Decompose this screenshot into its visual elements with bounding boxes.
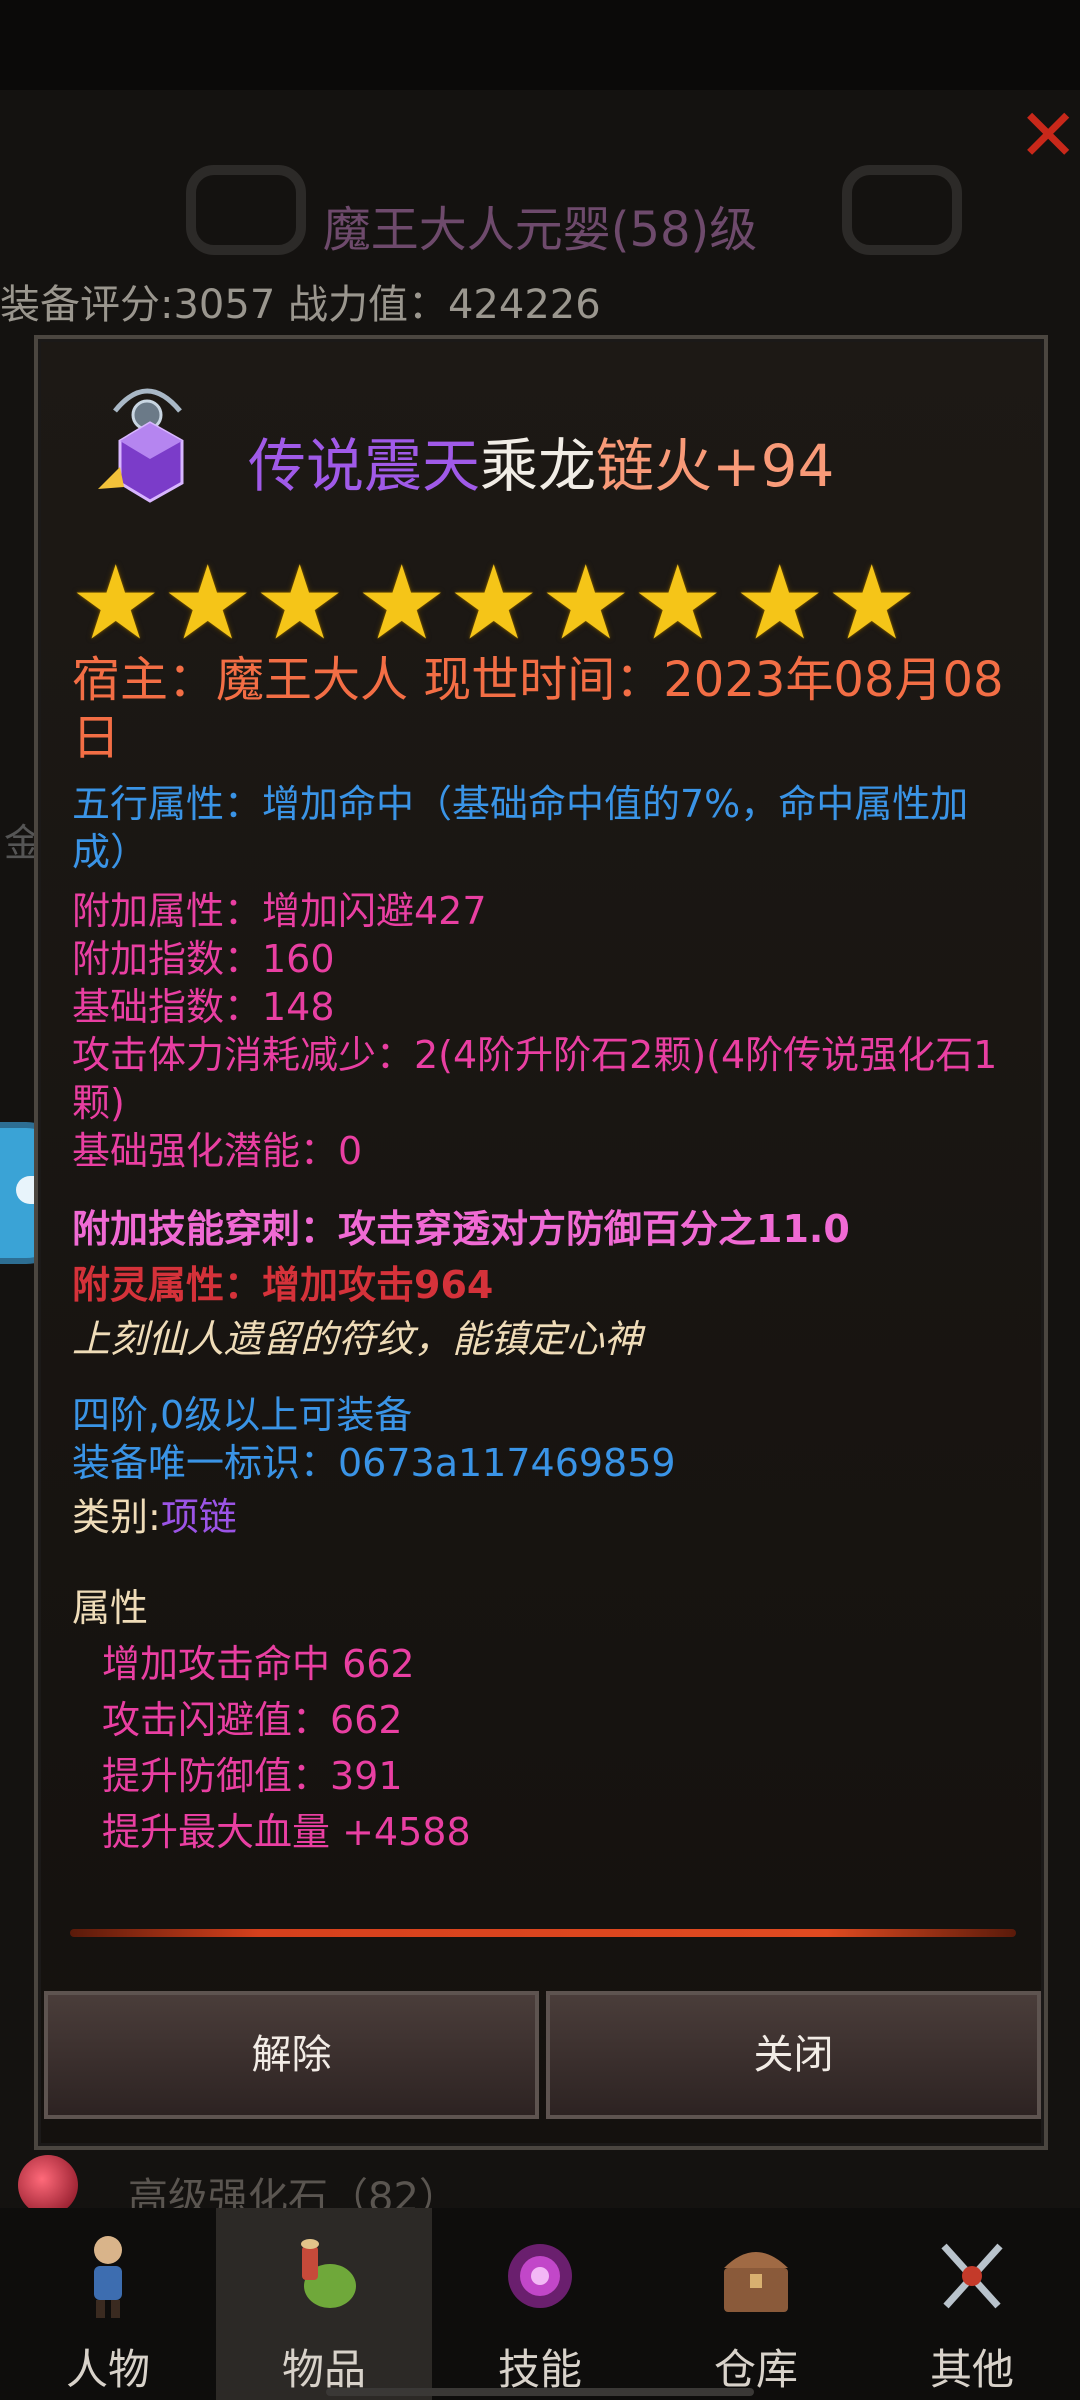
attribute-row: 提升防御值：391: [102, 1754, 403, 1798]
unique-id: 装备唯一标识：0673a117469859: [72, 1441, 676, 1485]
category-value: 项链: [160, 1495, 237, 1539]
necklace-icon: [98, 388, 184, 503]
close-icon[interactable]: ✕: [1018, 99, 1078, 171]
nav-tab-character[interactable]: 人物: [0, 2208, 216, 2400]
attribute-row: 提升最大血量 +4588: [102, 1810, 471, 1854]
star-icon: ★: [540, 544, 632, 663]
bottom-nav: 人物 物品 技能 仓库 其他: [0, 2208, 1080, 2400]
skill-orb-icon: [508, 2244, 572, 2308]
item-name-suffix: 链火+94: [596, 432, 835, 500]
items-bag-icon: [301, 2239, 356, 2308]
item-detail-popup: 传说震天乘龙链火+94 ★ ★ ★ ★ ★ ★ ★ ★ ★ 宿主：魔王大人 现世时间：2023年…: [34, 335, 1048, 2150]
character-icon: [94, 2236, 122, 2318]
star-icon: ★: [162, 544, 254, 663]
star-icon: ★: [632, 544, 724, 663]
skill-pierce: 附加技能穿刺：攻击穿透对方防御百分之11.0: [72, 1207, 850, 1251]
base-index: 基础指数：148: [72, 985, 335, 1029]
star-icon: ★: [356, 544, 448, 663]
stamina-reduce: 攻击体力消耗减少：2(4阶升阶石2颗)(4阶传说强化石1颗): [72, 1033, 998, 1125]
attribute-row: 增加攻击命中 662: [102, 1642, 415, 1686]
nav-tab-warehouse[interactable]: 仓库: [648, 2208, 864, 2400]
item-name: 传说震天乘龙链火+94: [248, 419, 834, 503]
nav-tab-items[interactable]: 物品: [216, 2208, 432, 2400]
background-window-title: 魔王大人元婴(58)级: [322, 202, 758, 258]
star-icon: ★: [448, 544, 540, 663]
star-icon: ★: [254, 544, 346, 663]
nav-label: 其他: [929, 2345, 1014, 2394]
nav-tab-other[interactable]: 其他: [864, 2208, 1080, 2400]
chest-icon: [724, 2252, 788, 2312]
owner-line: 宿主：魔王大人 现世时间：2023年08月08日: [72, 652, 1004, 766]
spirit-attr: 附灵属性：增加攻击964: [72, 1263, 494, 1307]
star-icon: ★: [734, 544, 826, 663]
gem-icon: [18, 2155, 78, 2215]
star-icon: ★: [70, 544, 162, 663]
home-indicator[interactable]: [326, 2388, 754, 2396]
divider-bar: [70, 1929, 1016, 1937]
swords-icon: [941, 2243, 1003, 2309]
extra-attr: 附加属性：增加闪避427: [72, 889, 487, 933]
category-line: 类别:项链: [72, 1493, 1004, 1541]
item-name-prefix: 传说震天: [248, 432, 481, 500]
nav-tab-skills[interactable]: 技能: [432, 2208, 648, 2400]
base-potential: 基础强化潜能：0: [72, 1129, 363, 1173]
attribute-row: 攻击闪避值：662: [102, 1698, 403, 1742]
nav-label: 人物: [65, 2345, 150, 2394]
item-name-middle: 乘龙: [480, 432, 597, 500]
star-icon: ★: [826, 544, 918, 663]
close-button[interactable]: 关闭: [546, 1991, 1041, 2119]
extra-index: 附加指数：160: [72, 937, 335, 981]
background-score-line: 装备评分:3057 战力值：424226: [0, 282, 601, 328]
attributes-header: 属性: [72, 1586, 149, 1630]
category-label: 类别:: [72, 1495, 161, 1539]
remove-button[interactable]: 解除: [44, 1991, 539, 2119]
five-elements-attr: 五行属性：增加命中（基础命中值的7%，命中属性加成）: [72, 782, 969, 874]
equip-requirement: 四阶,0级以上可装备: [72, 1393, 413, 1437]
flavor-text: 上刻仙人遗留的符纹，能镇定心神: [72, 1317, 643, 1361]
